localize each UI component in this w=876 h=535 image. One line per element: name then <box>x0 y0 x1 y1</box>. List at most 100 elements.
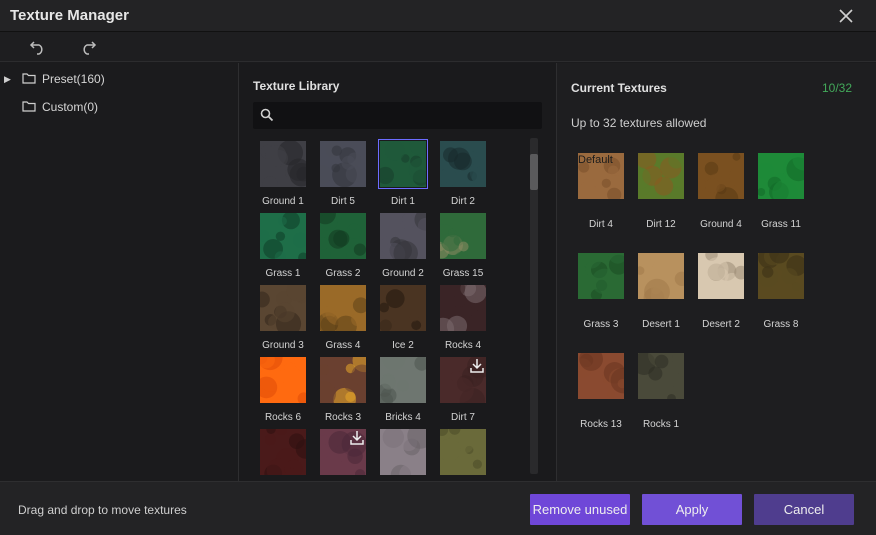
texture-thumbnail <box>632 343 692 403</box>
texture-thumbnail <box>314 203 366 263</box>
current-texture-tile[interactable]: Desert 1 <box>631 249 691 339</box>
texture-tile[interactable]: Rocks 6 <box>253 344 315 427</box>
texture-tile[interactable] <box>313 424 373 481</box>
texture-label: Grass 1 <box>265 268 301 279</box>
remove-unused-button[interactable]: Remove unused <box>530 494 630 525</box>
texture-tile[interactable]: Ice 2 <box>372 283 433 355</box>
download-icon[interactable] <box>468 357 486 375</box>
texture-grid: Ground 1 Dirt 5 Dirt 1 Dirt 2 Grass 1 Grass 2… <box>253 139 523 481</box>
current-texture-tile[interactable]: Desert 2 <box>691 248 756 339</box>
texture-tile[interactable]: Ground 3 <box>253 279 313 355</box>
texture-tile[interactable]: Ground 1 <box>253 139 314 211</box>
texture-thumbnail <box>313 141 366 188</box>
apply-button[interactable]: Apply <box>642 494 742 525</box>
search-box[interactable] <box>253 102 542 129</box>
texture-thumbnail <box>635 249 690 309</box>
texture-library-panel: Texture Library Ground 1 Dirt 5 Dirt 1 Dirt… <box>239 63 556 481</box>
texture-label: Grass 2 <box>325 268 361 279</box>
texture-thumbnail <box>431 213 486 267</box>
texture-tile[interactable]: Dirt 7 <box>433 354 493 427</box>
cancel-button[interactable]: Cancel <box>754 494 854 525</box>
texture-tile[interactable]: Dirt 2 <box>432 139 497 211</box>
texture-label: Rocks 1 <box>642 419 680 430</box>
texture-label: Grass 15 <box>442 268 484 279</box>
current-texture-tile[interactable]: Default Dirt 4 <box>571 151 633 239</box>
undo-icon[interactable] <box>29 38 47 56</box>
texture-tile[interactable]: Dirt 1 <box>373 139 434 211</box>
title-bar: Texture Manager <box>0 0 876 32</box>
texture-tile[interactable] <box>253 422 316 481</box>
folder-icon <box>22 100 36 115</box>
texture-thumbnail <box>432 141 497 191</box>
texture-tile[interactable]: Grass 1 <box>253 211 313 283</box>
texture-label: Rocks 3 <box>324 412 362 423</box>
texture-label: Dirt 5 <box>331 196 355 207</box>
texture-label: Rocks 13 <box>580 419 622 430</box>
redo-icon[interactable] <box>79 38 97 56</box>
library-scrollbar[interactable] <box>530 138 538 474</box>
texture-label: Dirt 12 <box>646 219 676 230</box>
texture-label: Dirt 4 <box>589 219 613 230</box>
current-textures-panel: Current Textures 10/32 Up to 32 textures… <box>557 63 876 481</box>
texture-label: Desert 2 <box>702 319 740 330</box>
download-icon[interactable] <box>348 429 366 447</box>
search-input[interactable] <box>281 105 536 126</box>
current-texture-tile[interactable]: Ground 4 <box>691 152 751 239</box>
texture-thumbnail <box>757 147 816 206</box>
texture-tile[interactable] <box>433 423 493 481</box>
texture-label: Grass 4 <box>325 340 361 351</box>
close-icon[interactable] <box>836 6 856 26</box>
current-texture-tile[interactable]: Grass 11 <box>751 147 816 239</box>
texture-tile[interactable]: Grass 2 <box>313 203 373 283</box>
texture-label: Dirt 7 <box>451 412 475 423</box>
current-texture-tile[interactable]: Rocks 1 <box>631 343 692 439</box>
texture-thumbnail <box>435 423 486 481</box>
texture-label: Ground 2 <box>382 268 424 279</box>
texture-thumbnail <box>698 248 756 308</box>
texture-label: Bricks 4 <box>385 412 421 423</box>
texture-tile[interactable]: Rocks 4 <box>432 279 493 355</box>
texture-label: Grass 3 <box>583 319 619 330</box>
texture-tile[interactable]: Grass 15 <box>431 211 493 283</box>
texture-thumbnail <box>578 244 629 301</box>
current-texture-tile[interactable]: Rocks 13 <box>571 347 637 439</box>
folder-tree: ▶ Preset(160) Custom(0) <box>0 63 238 481</box>
current-texture-tile[interactable]: Dirt 12 <box>629 149 694 239</box>
tree-item-label: Preset(160) <box>42 72 105 86</box>
texture-tile[interactable]: Ground 2 <box>373 208 437 283</box>
texture-thumbnail <box>758 243 807 299</box>
texture-thumbnail <box>694 152 751 211</box>
tree-item-custom[interactable]: Custom(0) <box>0 96 238 118</box>
texture-thumbnail <box>372 283 431 339</box>
current-texture-tile[interactable]: Grass 8 <box>751 243 811 339</box>
texture-thumbnail <box>310 348 376 411</box>
drag-hint: Drag and drop to move textures <box>18 503 187 517</box>
tree-item-preset[interactable]: ▶ Preset(160) <box>0 68 238 90</box>
texture-label: Ground 3 <box>262 340 304 351</box>
footer: Drag and drop to move textures Remove un… <box>0 481 876 535</box>
texture-tile[interactable]: Grass 4 <box>313 282 373 355</box>
texture-label: Ground 4 <box>700 219 742 230</box>
current-textures-title: Current Textures <box>571 81 667 95</box>
library-title: Texture Library <box>253 79 340 93</box>
texture-thumbnail <box>380 208 437 266</box>
texture-tile[interactable]: Bricks 4 <box>373 346 433 427</box>
texture-label: Rocks 6 <box>264 412 302 423</box>
texture-thumbnail <box>260 140 314 192</box>
texture-tile[interactable]: Rocks 3 <box>310 348 376 427</box>
texture-label: Ground 1 <box>262 196 304 207</box>
texture-thumbnail <box>629 149 694 211</box>
current-texture-tile[interactable]: Grass 3 <box>571 244 631 339</box>
texture-thumbnail <box>377 346 430 408</box>
texture-thumbnail <box>376 139 434 195</box>
scrollbar-thumb[interactable] <box>530 154 538 190</box>
texture-tile[interactable] <box>373 422 434 481</box>
texture-thumbnail <box>432 279 489 340</box>
texture-thumbnail <box>253 344 315 405</box>
expand-arrow-icon[interactable]: ▶ <box>4 74 16 85</box>
texture-label: Dirt 2 <box>451 196 475 207</box>
texture-count: 10/32 <box>821 81 852 95</box>
texture-tile[interactable]: Dirt 5 <box>313 139 373 211</box>
tree-item-label: Custom(0) <box>42 100 99 114</box>
folder-icon <box>22 72 36 87</box>
